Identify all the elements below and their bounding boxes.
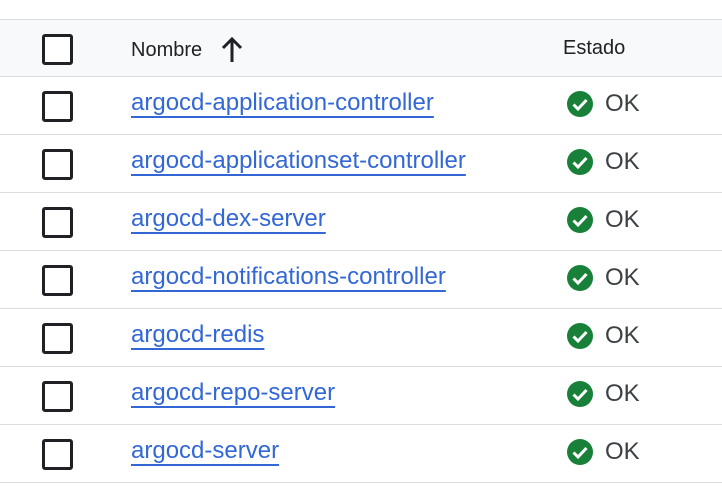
status-text: OK [605,380,640,407]
table-row: argocd-applicationset-controller OK [0,135,722,193]
check-circle-icon [566,264,594,292]
workload-name-link[interactable]: argocd-redis [131,321,264,349]
table-row: argocd-repo-server OK [0,367,722,425]
arrow-up-icon[interactable] [220,36,244,63]
check-circle-icon [566,380,594,408]
check-circle-icon [566,90,594,118]
status-cell: OK [566,206,640,234]
workload-name-link[interactable]: argocd-application-controller [131,89,434,117]
status-text: OK [605,264,640,291]
table-row: argocd-notifications-controller OK [0,251,722,309]
status-cell: OK [566,380,640,408]
table-row: argocd-application-controller OK [0,77,722,135]
row-checkbox[interactable] [42,265,73,296]
status-cell: OK [566,90,640,118]
status-text: OK [605,322,640,349]
status-text: OK [605,90,640,117]
row-checkbox[interactable] [42,207,73,238]
status-text: OK [605,438,640,465]
row-checkbox[interactable] [42,381,73,412]
check-circle-icon [566,148,594,176]
row-checkbox[interactable] [42,439,73,470]
workload-name-link[interactable]: argocd-repo-server [131,379,335,407]
column-header-name[interactable]: Nombre [131,36,244,63]
row-checkbox[interactable] [42,149,73,180]
workloads-table: Nombre Estado argocd-application-control… [0,19,722,483]
check-circle-icon [566,322,594,350]
column-header-name-label: Nombre [131,38,203,61]
select-all-checkbox[interactable] [42,34,73,65]
table-row: argocd-dex-server OK [0,193,722,251]
check-circle-icon [566,206,594,234]
table-header-row: Nombre Estado [0,19,722,77]
table-row: argocd-server OK [0,425,722,483]
status-text: OK [605,148,640,175]
column-header-status[interactable]: Estado [563,37,625,60]
table-row: argocd-redis OK [0,309,722,367]
workload-name-link[interactable]: argocd-server [131,437,279,465]
status-cell: OK [566,264,640,292]
workload-name-link[interactable]: argocd-applicationset-controller [131,147,466,175]
row-checkbox[interactable] [42,323,73,354]
status-cell: OK [566,148,640,176]
row-checkbox[interactable] [42,91,73,122]
status-cell: OK [566,438,640,466]
workload-name-link[interactable]: argocd-dex-server [131,205,326,233]
check-circle-icon [566,438,594,466]
workload-name-link[interactable]: argocd-notifications-controller [131,263,446,291]
status-cell: OK [566,322,640,350]
status-text: OK [605,206,640,233]
